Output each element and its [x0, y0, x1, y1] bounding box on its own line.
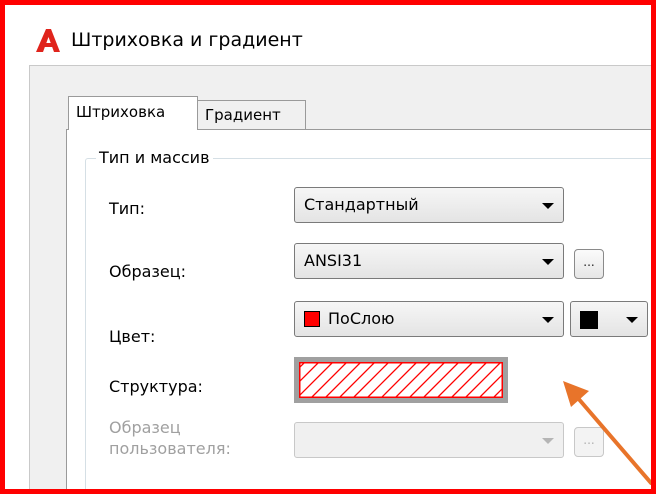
color-value: ПоСлою — [328, 309, 395, 328]
chevron-down-icon — [626, 317, 638, 323]
group-title: Тип и массив — [96, 147, 213, 169]
hatch-preview-swatch[interactable] — [294, 357, 508, 403]
type-value: Стандартный — [304, 195, 419, 214]
pattern-label: Образец: — [109, 262, 187, 281]
chevron-down-icon — [542, 317, 554, 323]
chevron-down-icon — [542, 203, 554, 209]
tab-hatch[interactable]: Штриховка — [68, 96, 198, 130]
annotation-arrow-icon — [563, 381, 651, 485]
type-label: Тип: — [109, 199, 146, 218]
swatch-label: Структура: — [109, 377, 203, 396]
pattern-dropdown[interactable]: ANSI31 — [294, 243, 564, 279]
pattern-value: ANSI31 — [304, 251, 363, 270]
tab-gradient[interactable]: Градиент — [198, 100, 306, 130]
window-title: Штриховка и градиент — [71, 29, 303, 51]
color-label: Цвет: — [109, 327, 156, 346]
pattern-browse-button[interactable]: ... — [574, 249, 604, 279]
hatch-pattern-preview — [299, 362, 503, 398]
custom-pattern-dropdown[interactable] — [294, 422, 564, 458]
tab-gradient-label: Градиент — [205, 106, 281, 124]
title-bar: Штриховка и градиент — [5, 5, 651, 65]
custom-pattern-label-line1: Образец — [109, 418, 181, 437]
chevron-down-icon — [542, 259, 554, 265]
background-swatch-icon — [580, 311, 598, 329]
color-dropdown[interactable]: ПоСлою — [294, 301, 564, 337]
screenshot-frame: Штриховка и градиент Штриховка Градиент … — [0, 0, 656, 494]
autocad-logo-icon — [36, 29, 60, 52]
custom-pattern-label-line2: пользователя: — [109, 439, 231, 458]
color-swatch-icon — [304, 311, 320, 327]
background-color-dropdown[interactable] — [570, 301, 648, 337]
tab-hatch-label: Штриховка — [76, 103, 166, 121]
type-dropdown[interactable]: Стандартный — [294, 187, 564, 223]
